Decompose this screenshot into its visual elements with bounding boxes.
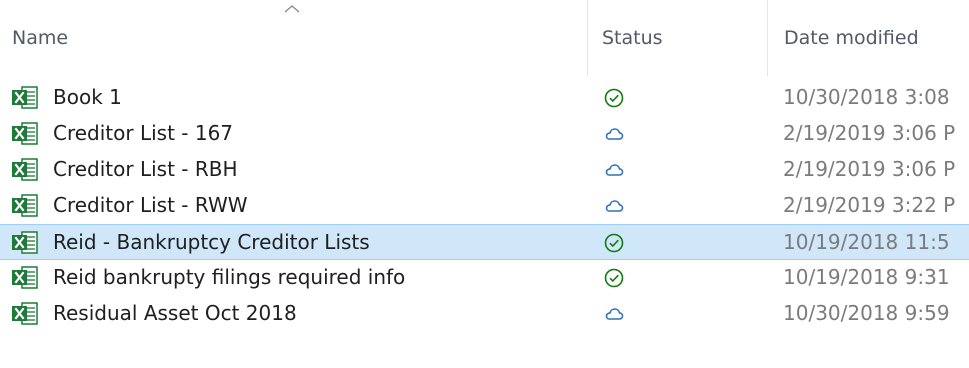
file-row[interactable]: Creditor List - RBH 2/19/2019 3:06 P [0,152,969,188]
file-explorer-list: Name Status Date modified Book 1 10/30/2… [0,0,969,368]
file-name: Book 1 [53,85,122,109]
file-name: Residual Asset Oct 2018 [53,301,297,325]
excel-file-icon [11,301,40,326]
synced-check-icon [603,267,625,289]
date-modified-cell: 10/30/2018 3:08 [783,85,950,109]
file-rows: Book 1 10/30/2018 3:08 Creditor List - 1… [0,80,969,332]
excel-file-icon [11,265,40,290]
file-row[interactable]: Reid bankrupty filings required info 10/… [0,260,969,296]
file-row[interactable]: Creditor List - 167 2/19/2019 3:06 P [0,116,969,152]
excel-file-icon [11,193,40,218]
sort-up-chevron-icon[interactable] [283,4,301,14]
column-header-row: Name Status Date modified [0,0,969,76]
date-modified-column-header[interactable]: Date modified [767,0,969,76]
excel-file-icon [11,157,40,182]
status-column-label: Status [602,27,663,49]
file-name: Creditor List - 167 [53,121,234,145]
file-row-selected[interactable]: Reid - Bankruptcy Creditor Lists 10/19/2… [0,224,969,260]
date-modified-cell: 2/19/2019 3:06 P [783,157,956,181]
status-column-header[interactable]: Status [587,0,767,76]
file-name: Reid - Bankruptcy Creditor Lists [53,230,370,254]
cloud-icon [603,159,625,181]
cloud-icon [603,123,625,145]
excel-file-icon [11,230,40,255]
excel-file-icon [11,121,40,146]
name-column-label: Name [12,27,69,49]
file-row[interactable]: Book 1 10/30/2018 3:08 [0,80,969,116]
date-modified-cell: 10/30/2018 9:59 [783,301,950,325]
synced-check-icon [603,87,625,109]
synced-check-icon [603,232,625,254]
date-modified-column-label: Date modified [784,27,919,49]
cloud-icon [603,303,625,325]
cloud-icon [603,195,625,217]
file-name: Creditor List - RWW [53,193,248,217]
file-name: Creditor List - RBH [53,157,238,181]
date-modified-cell: 10/19/2018 11:5 [783,230,950,254]
file-row[interactable]: Residual Asset Oct 2018 10/30/2018 9:59 [0,296,969,332]
file-row[interactable]: Creditor List - RWW 2/19/2019 3:22 P [0,188,969,224]
date-modified-cell: 10/19/2018 9:31 [783,265,950,289]
date-modified-cell: 2/19/2019 3:06 P [783,121,956,145]
file-name: Reid bankrupty filings required info [53,265,406,289]
excel-file-icon [11,85,40,110]
date-modified-cell: 2/19/2019 3:22 P [783,193,956,217]
